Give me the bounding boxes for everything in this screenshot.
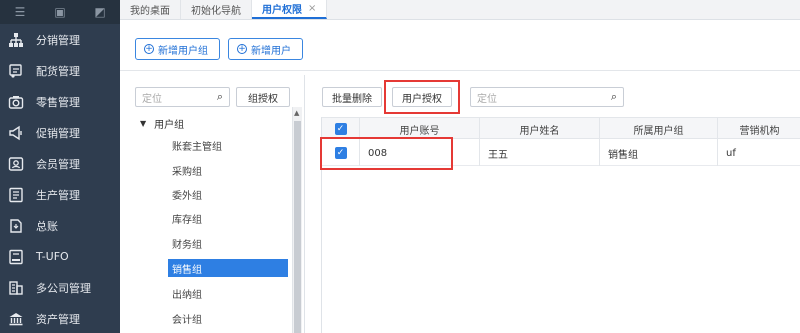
tree-item-label: 委外组 [172,190,202,202]
megaphone-icon [0,125,32,141]
sidebar-item-production[interactable]: 生产管理 [0,179,120,210]
cell-group: 销售组 [600,140,718,166]
sidebar-item-assets[interactable]: 资产管理 [0,303,120,333]
tree-item-label: 销售组 [172,264,202,276]
highlight-box-user-authorize [384,80,460,114]
sidebar-item-label: 会员管理 [36,157,80,171]
org-chart-icon [0,32,32,48]
tree-item[interactable]: 财务组 [168,234,288,252]
divider [120,70,800,71]
user-search-input[interactable]: 定位 ⌕ [470,87,624,107]
group-scrollbar[interactable]: ▲ [292,107,302,333]
sidebar-item-label: 总账 [36,219,58,233]
tab-user-permissions[interactable]: 用户权限 × [252,0,328,19]
tree-item[interactable]: 委外组 [168,185,288,203]
sidebar-topbar: ☰ ▣ ◩ [0,0,120,24]
tree-item[interactable]: 会计组 [168,309,288,327]
tree-item-label: 出纳组 [172,289,202,301]
sidebar-item-promotion[interactable]: 促销管理 [0,117,120,148]
screen-icon[interactable]: ▣ [40,5,80,19]
select-all-checkbox[interactable]: ✓ [334,123,347,135]
column-header[interactable]: 营销机构 [718,118,800,140]
sidebar: ☰ ▣ ◩ 分销管理 配货管理 零售管理 促销管理 会员管理 生产管理 总账 T… [0,0,120,333]
column-header[interactable]: 所属用户组 [600,118,718,140]
tree-root-user-group[interactable]: ▼ 用户组 [140,116,184,131]
add-user-group-button[interactable]: + 新增用户组 [135,38,220,60]
ledger-icon [0,218,32,234]
search-icon[interactable]: ⌕ [217,90,223,104]
sidebar-item-label: 分销管理 [36,33,80,47]
table-header: ✓ 用户账号 用户姓名 所属用户组 营销机构 [322,117,800,140]
search-placeholder: 定位 [142,93,162,105]
column-header[interactable]: 用户姓名 [480,118,600,140]
member-card-icon [0,156,32,172]
buildings-icon [0,280,32,296]
tree-item-label: 财务组 [172,239,202,251]
tab-my-desktop[interactable]: 我的桌面 [120,0,181,19]
tab-init-nav[interactable]: 初始化导航 [181,0,252,19]
tree-item[interactable]: 账套主管组 [168,136,288,154]
sidebar-item-label: 促销管理 [36,126,80,140]
sidebar-item-ledger[interactable]: 总账 [0,210,120,241]
sidebar-item-label: 多公司管理 [36,281,91,295]
sidebar-item-label: T-UFO [36,250,69,263]
tree-item-label: 采购组 [172,166,202,178]
tab-label: 初始化导航 [191,5,241,17]
sidebar-item-distribution[interactable]: 分销管理 [0,24,120,55]
highlight-box-row [320,137,453,170]
tree-item[interactable]: 库存组 [168,209,288,227]
tree-item-selected[interactable]: 销售组 [168,259,288,277]
shortcut-icon[interactable]: ◩ [80,5,120,19]
tree-root-label: 用户组 [154,120,185,131]
ufo-report-icon [0,249,32,265]
add-user-button[interactable]: + 新增用户 [228,38,303,60]
sidebar-item-label: 配货管理 [36,64,80,78]
search-icon[interactable]: ⌕ [611,90,617,104]
sidebar-item-label: 资产管理 [36,312,80,326]
close-icon[interactable]: × [308,3,316,14]
tab-label: 我的桌面 [130,5,170,17]
plus-circle-icon: + [237,44,247,54]
tree-item-label: 库存组 [172,214,202,226]
search-placeholder: 定位 [477,93,497,105]
delivery-icon [0,63,32,79]
sidebar-item-label: 生产管理 [36,188,80,202]
menu-icon[interactable]: ☰ [0,5,40,19]
cell-name: 王五 [480,140,600,166]
tree-item[interactable]: 采购组 [168,161,288,179]
tree-item[interactable]: 出纳组 [168,284,288,302]
tab-bar: 我的桌面 初始化导航 用户权限 × [120,0,800,20]
scrollbar-thumb[interactable] [294,121,301,333]
caret-down-icon[interactable]: ▼ [140,119,146,128]
sidebar-item-retail[interactable]: 零售管理 [0,86,120,117]
tab-label: 用户权限 [262,4,302,16]
sidebar-item-member[interactable]: 会员管理 [0,148,120,179]
production-icon [0,187,32,203]
bank-icon [0,311,32,327]
tree-item-label: 会计组 [172,314,202,326]
group-authorize-button[interactable]: 组授权 [236,87,290,107]
button-label: 批量删除 [332,93,372,105]
batch-delete-button[interactable]: 批量删除 [322,87,382,107]
button-label: 新增用户 [251,45,291,57]
scroll-up-icon[interactable]: ▲ [294,109,299,117]
button-label: 组授权 [248,93,278,105]
sidebar-item-label: 零售管理 [36,95,80,109]
sidebar-item-t-ufo[interactable]: T-UFO [0,241,120,272]
button-label: 新增用户组 [158,45,208,57]
sidebar-item-delivery[interactable]: 配货管理 [0,55,120,86]
sidebar-item-multi-company[interactable]: 多公司管理 [0,272,120,303]
plus-circle-icon: + [144,44,154,54]
group-search-input[interactable]: 定位 ⌕ [135,87,230,107]
cell-org: uf [726,147,736,159]
camera-icon [0,94,32,110]
tree-item-label: 账套主管组 [172,141,222,153]
